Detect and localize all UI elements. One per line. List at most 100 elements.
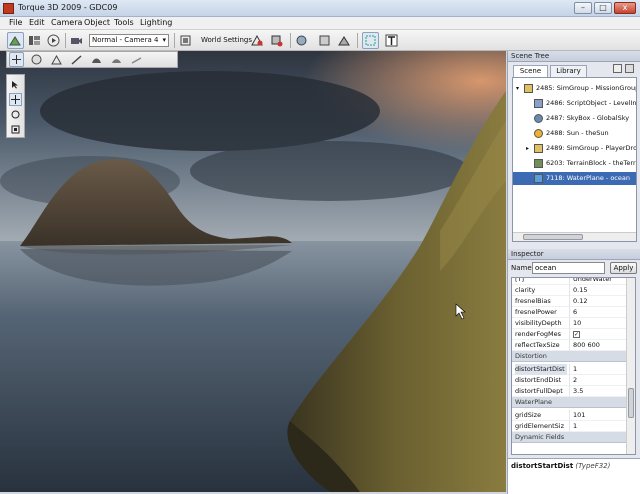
close-button[interactable]: x — [614, 2, 636, 14]
tree-item-label: 2485: SimGroup - MissionGroup — [536, 84, 637, 92]
world-editor-icon — [9, 36, 21, 46]
object-tool-row — [6, 51, 178, 68]
tree-expander[interactable]: ▸ — [526, 142, 532, 155]
menu-object[interactable]: Object — [84, 18, 110, 27]
help-field-type: (TypeF32) — [575, 462, 611, 470]
tree-item[interactable]: ▾ 2485: SimGroup - MissionGroup — [513, 82, 637, 95]
snap-bounds-button[interactable] — [268, 32, 285, 49]
tree-item[interactable]: 2488: Sun - theSun — [513, 127, 636, 140]
rotate-tool-button[interactable] — [9, 108, 22, 121]
snap-terrain-button[interactable] — [249, 32, 266, 49]
text-button[interactable] — [383, 32, 400, 49]
property-checkbox[interactable]: ✓ — [573, 330, 580, 338]
property-grid[interactable]: [T] UnderWater clarity 0.15 fresnelBias 0.12 f… — [511, 277, 636, 455]
property-row[interactable]: distortStartDist 1 — [512, 364, 628, 375]
property-category[interactable]: Distortion — [512, 351, 628, 362]
trash-icon[interactable] — [625, 64, 634, 73]
gui-editor-button[interactable] — [26, 32, 43, 49]
selection-button[interactable] — [362, 32, 379, 49]
tree-item[interactable]: ▸ 2489: SimGroup - PlayerDrop — [513, 142, 636, 155]
world-settings-label[interactable]: World Settings — [201, 36, 252, 44]
property-value[interactable]: ✓ — [569, 329, 627, 340]
property-row[interactable]: distortFullDept 3.5 — [512, 386, 628, 397]
property-label: clarity — [515, 286, 536, 294]
property-row[interactable]: fresnelBias 0.12 — [512, 296, 628, 307]
move-tool-button[interactable] — [9, 93, 22, 106]
property-value[interactable]: 10 — [569, 318, 627, 329]
chevron-down-icon: ▾ — [162, 36, 166, 44]
property-value[interactable]: 6 — [569, 307, 627, 318]
menu-file[interactable]: File — [9, 18, 22, 27]
scene-tree-header: Scene Tree — [508, 51, 640, 62]
move-icon — [12, 55, 21, 64]
property-row[interactable]: gridSize 101 — [512, 410, 628, 421]
property-value[interactable]: 101 — [569, 410, 627, 421]
select-mode-button[interactable] — [9, 52, 24, 67]
tree-item[interactable]: 7118: WaterPlane - ocean — [513, 172, 636, 185]
tab-library[interactable]: Library — [550, 65, 587, 77]
pointer-tool-button[interactable] — [9, 78, 22, 91]
property-value[interactable]: 2 — [569, 375, 627, 386]
camera-button[interactable] — [68, 32, 85, 49]
3d-viewport[interactable] — [0, 51, 506, 492]
flatten-icon — [131, 57, 142, 64]
paint-button[interactable] — [109, 52, 124, 67]
camera-select[interactable]: Normal - Camera 4 ▾ — [89, 34, 169, 47]
scene-tree-list[interactable]: ▾ 2485: SimGroup - MissionGroup 2486: Scri… — [512, 77, 637, 242]
tree-item[interactable]: 6203: TerrainBlock - theTerra — [513, 157, 636, 170]
tree-hscrollbar[interactable] — [513, 232, 636, 241]
property-value[interactable]: 1 — [569, 421, 627, 432]
property-row[interactable]: gridElementSiz 1 — [512, 421, 628, 432]
property-row[interactable]: clarity 0.15 — [512, 285, 628, 296]
transform-button[interactable] — [316, 32, 333, 49]
property-row[interactable]: reflectTexSize 800 600 — [512, 340, 628, 351]
toolbar-separator — [65, 33, 66, 48]
main-toolbar: Normal - Camera 4 ▾ World Settings — [0, 30, 640, 51]
move-tool-icon — [11, 95, 20, 104]
terrain-tool-button[interactable] — [49, 52, 64, 67]
tree-item[interactable]: 2487: SkyBox - GlobalSky — [513, 112, 636, 125]
scroll-thumb[interactable] — [523, 234, 583, 240]
smooth-button[interactable] — [89, 52, 104, 67]
minimize-button[interactable]: – — [574, 2, 592, 14]
name-label: Name: — [511, 264, 535, 272]
name-input[interactable] — [532, 262, 605, 274]
menu-camera[interactable]: Camera — [51, 18, 82, 27]
brush-button[interactable] — [69, 52, 84, 67]
property-row[interactable]: renderFogMes ✓ — [512, 329, 628, 340]
tree-item-label: 2486: ScriptObject - LevelInfo — [546, 99, 637, 107]
property-value[interactable]: 800 600 — [569, 340, 627, 351]
object-button[interactable] — [293, 32, 310, 49]
property-category[interactable]: Dynamic Fields — [512, 432, 628, 443]
apply-button[interactable]: Apply — [610, 262, 637, 274]
tree-expander[interactable]: ▾ — [516, 82, 522, 95]
property-value[interactable]: 0.12 — [569, 296, 627, 307]
visibility-button[interactable] — [177, 32, 194, 49]
play-button[interactable] — [45, 32, 62, 49]
menu-tools[interactable]: Tools — [114, 18, 134, 27]
property-row[interactable]: fresnelPower 6 — [512, 307, 628, 318]
property-value[interactable]: 3.5 — [569, 386, 627, 397]
property-row[interactable]: distortEndDist 2 — [512, 375, 628, 386]
property-value[interactable]: UnderWater — [569, 278, 627, 285]
world-editor-button[interactable] — [7, 32, 24, 49]
property-value[interactable]: 1 — [569, 364, 627, 375]
scroll-thumb[interactable] — [628, 388, 634, 418]
property-category[interactable]: WaterPlane — [512, 397, 628, 408]
scale-tool-button[interactable] — [9, 123, 22, 136]
menu-bar: File Edit Camera Object Tools Lighting — [0, 17, 640, 30]
flatten-button[interactable] — [129, 52, 144, 67]
snap-grid-button[interactable] — [336, 32, 353, 49]
tree-item[interactable]: 2486: ScriptObject - LevelInfo — [513, 97, 637, 110]
property-label: reflectTexSize — [515, 341, 560, 349]
property-vscrollbar[interactable] — [626, 278, 635, 454]
menu-edit[interactable]: Edit — [29, 18, 45, 27]
lock-icon[interactable] — [613, 64, 622, 73]
sphere-button[interactable] — [29, 52, 44, 67]
property-row[interactable]: visibilityDepth 10 — [512, 318, 628, 329]
maximize-button[interactable]: □ — [594, 2, 612, 14]
gui-editor-icon — [29, 36, 40, 45]
property-row[interactable]: [T] UnderWater — [512, 278, 628, 285]
property-value[interactable]: 0.15 — [569, 285, 627, 296]
menu-lighting[interactable]: Lighting — [140, 18, 172, 27]
